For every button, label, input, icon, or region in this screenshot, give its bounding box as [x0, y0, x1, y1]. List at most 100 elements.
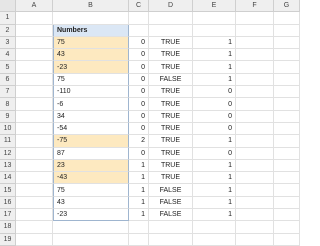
cell-c9[interactable]: 0 [129, 110, 149, 123]
cell-e10[interactable]: 0 [193, 122, 236, 136]
cell-g13[interactable] [274, 159, 300, 173]
cell-c3[interactable]: 0 [129, 36, 149, 50]
cell-g17[interactable] [274, 209, 300, 222]
cell-g10[interactable] [274, 122, 300, 136]
cell-c1[interactable] [129, 12, 149, 25]
cell-f7[interactable] [236, 86, 274, 99]
cell-e19[interactable] [193, 233, 236, 246]
cell-f9[interactable] [236, 110, 274, 123]
cell-a8[interactable] [16, 98, 53, 111]
cell-f19[interactable] [236, 233, 274, 246]
row-header-15[interactable]: 15 [0, 184, 16, 197]
row-header-5[interactable]: 5 [0, 61, 16, 74]
cell-a1[interactable] [16, 12, 53, 25]
cell-d13[interactable]: TRUE [149, 159, 193, 173]
cell-d18[interactable] [149, 221, 193, 234]
cell-b13[interactable]: 23 [53, 159, 129, 173]
cell-a14[interactable] [16, 172, 53, 185]
cell-d15[interactable]: FALSE [149, 184, 193, 197]
cell-g6[interactable] [274, 73, 300, 87]
cell-c11[interactable]: 2 [129, 135, 149, 148]
cell-g5[interactable] [274, 61, 300, 74]
cell-a19[interactable] [16, 233, 53, 246]
cell-c10[interactable]: 0 [129, 122, 149, 136]
row-header-14[interactable]: 14 [0, 172, 16, 185]
cell-a6[interactable] [16, 73, 53, 87]
cell-e3[interactable]: 1 [193, 36, 236, 50]
cell-b17[interactable]: -23 [53, 209, 129, 222]
cell-e9[interactable]: 0 [193, 110, 236, 123]
cell-b11[interactable]: -75 [53, 135, 129, 148]
cell-f12[interactable] [236, 147, 274, 160]
cell-e6[interactable]: 1 [193, 73, 236, 87]
cell-f18[interactable] [236, 221, 274, 234]
column-header-d[interactable]: D [149, 0, 193, 13]
cell-d16[interactable]: FALSE [149, 196, 193, 210]
cell-b16[interactable]: 43 [53, 196, 129, 210]
cell-f14[interactable] [236, 172, 274, 185]
cell-a10[interactable] [16, 122, 53, 136]
cell-b10[interactable]: -54 [53, 122, 129, 136]
cell-a7[interactable] [16, 86, 53, 99]
cell-b6[interactable]: 75 [53, 73, 129, 87]
cell-e7[interactable]: 0 [193, 86, 236, 99]
cell-a2[interactable] [16, 24, 53, 37]
cell-d10[interactable]: TRUE [149, 122, 193, 136]
cell-a12[interactable] [16, 147, 53, 160]
cell-c15[interactable]: 1 [129, 184, 149, 197]
row-header-10[interactable]: 10 [0, 122, 16, 136]
cell-d8[interactable]: TRUE [149, 98, 193, 111]
cell-f5[interactable] [236, 61, 274, 74]
cell-f3[interactable] [236, 36, 274, 50]
row-header-16[interactable]: 16 [0, 196, 16, 210]
cell-c19[interactable] [129, 233, 149, 246]
cell-a4[interactable] [16, 49, 53, 62]
cell-e16[interactable]: 1 [193, 196, 236, 210]
row-header-7[interactable]: 7 [0, 86, 16, 99]
column-header-b[interactable]: B [53, 0, 129, 13]
column-header-c[interactable]: C [129, 0, 149, 13]
cell-f1[interactable] [236, 12, 274, 25]
cell-f17[interactable] [236, 209, 274, 222]
cell-e1[interactable] [193, 12, 236, 25]
row-header-17[interactable]: 17 [0, 209, 16, 222]
cell-d12[interactable]: TRUE [149, 147, 193, 160]
cell-d14[interactable]: TRUE [149, 172, 193, 185]
cell-g11[interactable] [274, 135, 300, 148]
cell-g8[interactable] [274, 98, 300, 111]
cell-e2[interactable] [193, 24, 236, 37]
row-header-18[interactable]: 18 [0, 221, 16, 234]
cell-a9[interactable] [16, 110, 53, 123]
cell-g4[interactable] [274, 49, 300, 62]
row-header-8[interactable]: 8 [0, 98, 16, 111]
cell-c8[interactable]: 0 [129, 98, 149, 111]
cell-d17[interactable]: FALSE [149, 209, 193, 222]
cell-a11[interactable] [16, 135, 53, 148]
cell-b9[interactable]: 34 [53, 110, 129, 123]
cell-g2[interactable] [274, 24, 300, 37]
row-header-13[interactable]: 13 [0, 159, 16, 173]
cell-a15[interactable] [16, 184, 53, 197]
cell-a13[interactable] [16, 159, 53, 173]
cell-b18[interactable] [53, 221, 129, 234]
row-header-2[interactable]: 2 [0, 24, 16, 37]
cell-c18[interactable] [129, 221, 149, 234]
cell-e4[interactable]: 1 [193, 49, 236, 62]
cell-e13[interactable]: 1 [193, 159, 236, 173]
cell-b4[interactable]: 43 [53, 49, 129, 62]
cell-g19[interactable] [274, 233, 300, 246]
cell-c17[interactable]: 1 [129, 209, 149, 222]
row-header-1[interactable]: 1 [0, 12, 16, 25]
column-header-g[interactable]: G [274, 0, 300, 13]
cell-f11[interactable] [236, 135, 274, 148]
cell-e5[interactable]: 1 [193, 61, 236, 74]
cell-e15[interactable]: 1 [193, 184, 236, 197]
cell-b1[interactable] [53, 12, 129, 25]
cell-d9[interactable]: TRUE [149, 110, 193, 123]
row-header-12[interactable]: 12 [0, 147, 16, 160]
cell-d6[interactable]: FALSE [149, 73, 193, 87]
cell-g12[interactable] [274, 147, 300, 160]
cell-f4[interactable] [236, 49, 274, 62]
cell-d2[interactable] [149, 24, 193, 37]
cell-g7[interactable] [274, 86, 300, 99]
